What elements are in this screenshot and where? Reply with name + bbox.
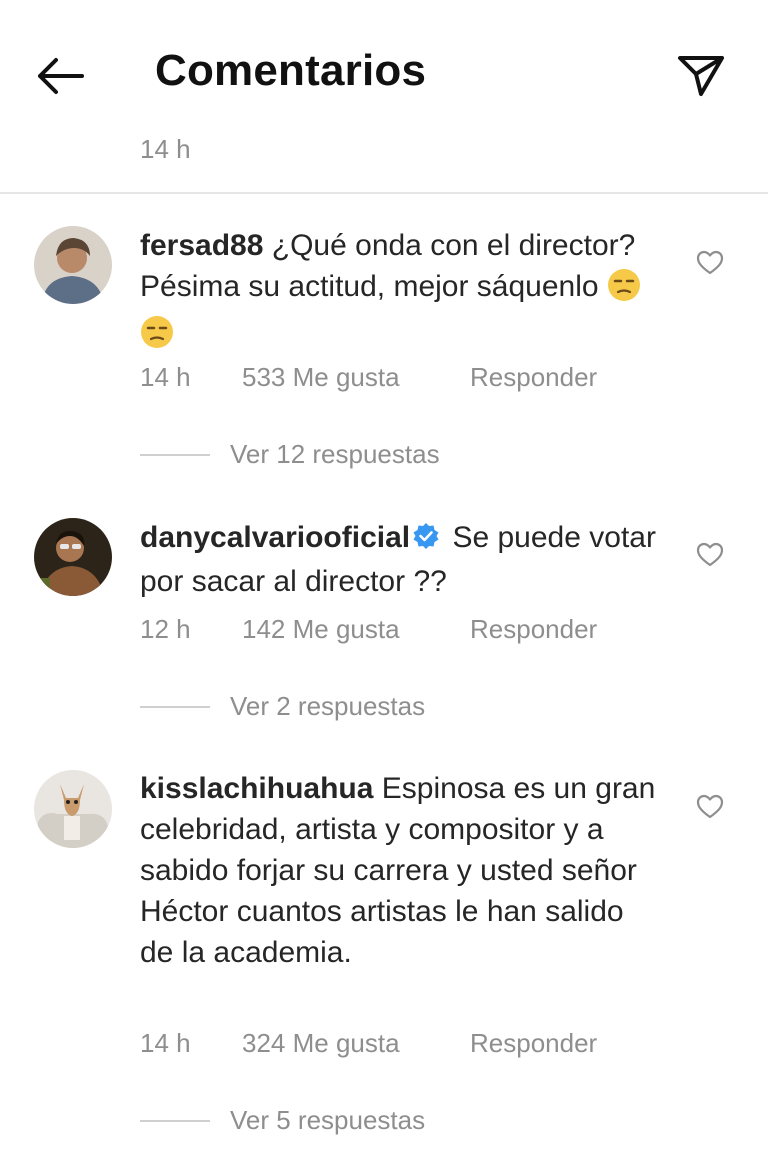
unamused-face-icon xyxy=(607,268,641,313)
unamused-face-icon xyxy=(140,315,174,360)
like-button[interactable] xyxy=(696,250,724,276)
like-count[interactable]: 533 Me gusta xyxy=(242,362,400,393)
comment-timestamp: 14 h xyxy=(140,1028,191,1058)
reply-button[interactable]: Responder xyxy=(470,362,597,393)
like-button[interactable] xyxy=(696,542,724,568)
heart-icon xyxy=(696,794,724,819)
view-replies-label: Ver 2 respuestas xyxy=(230,691,426,721)
like-button[interactable] xyxy=(696,794,724,820)
share-button[interactable] xyxy=(674,50,728,100)
comment-timestamp: 12 h xyxy=(140,614,191,644)
like-count[interactable]: 324 Me gusta xyxy=(242,1028,400,1059)
page-title: Comentarios xyxy=(155,46,427,95)
comment-text: kisslachihuahua Espinosa es un gran cele… xyxy=(140,768,660,973)
paper-plane-icon xyxy=(678,56,724,96)
comment-text: danycalvariooficial Se puede votar por s… xyxy=(140,517,660,602)
comment-username[interactable]: kisslachihuahua xyxy=(140,772,373,805)
heart-icon xyxy=(696,542,724,567)
view-replies-label: Ver 12 respuestas xyxy=(230,439,440,469)
comment-username[interactable]: fersad88 xyxy=(140,229,263,262)
avatar[interactable] xyxy=(34,518,112,596)
divider xyxy=(0,192,768,194)
like-count[interactable]: 142 Me gusta xyxy=(242,614,400,645)
avatar[interactable] xyxy=(34,770,112,848)
replies-line xyxy=(140,1120,210,1122)
heart-icon xyxy=(696,250,724,275)
reply-button[interactable]: Responder xyxy=(470,1028,597,1059)
reply-button[interactable]: Responder xyxy=(470,614,597,645)
comment-username[interactable]: danycalvariooficial xyxy=(140,521,410,554)
view-replies-label: Ver 5 respuestas xyxy=(230,1105,426,1135)
caption-timestamp: 14 h xyxy=(140,134,191,164)
replies-line xyxy=(140,706,210,708)
arrow-left-icon xyxy=(38,58,84,94)
back-button[interactable] xyxy=(32,52,88,100)
avatar[interactable] xyxy=(34,226,112,304)
comment-timestamp: 14 h xyxy=(140,362,191,392)
comment-text: fersad88 ¿Qué onda con el director? Pési… xyxy=(140,225,660,360)
replies-line xyxy=(140,454,210,456)
header: Comentarios xyxy=(0,0,768,150)
verified-badge-icon xyxy=(412,520,440,561)
